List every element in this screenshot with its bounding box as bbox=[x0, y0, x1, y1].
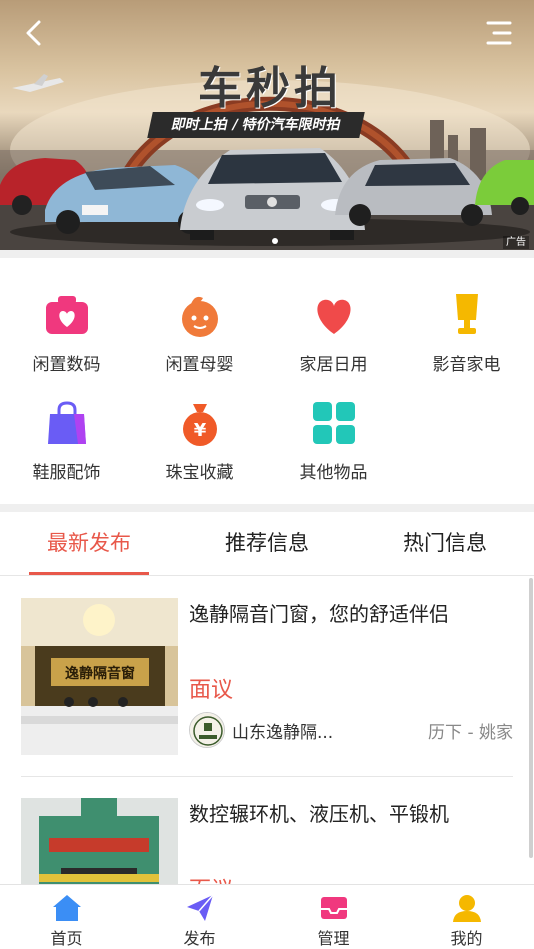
money-bag-icon: ¥ bbox=[183, 404, 217, 446]
user-icon bbox=[453, 895, 481, 922]
category-label: 其他物品 bbox=[299, 463, 368, 483]
nav-label: 发布 bbox=[183, 929, 216, 948]
nav-publish[interactable]: 发布 bbox=[133, 885, 266, 949]
banner-subtitle: 即时上拍 / 特价汽车限时拍 bbox=[147, 112, 365, 138]
nav-home[interactable]: 首页 bbox=[0, 885, 133, 949]
scrollbar[interactable] bbox=[529, 578, 533, 858]
section-divider bbox=[0, 250, 534, 258]
category-label: 影音家电 bbox=[432, 355, 501, 375]
listing-thumbnail: 逸静隔音窗 bbox=[21, 598, 178, 755]
category-label: 珠宝收藏 bbox=[165, 463, 234, 483]
tab-popular[interactable]: 热门信息 bbox=[356, 512, 534, 576]
category-grid: 闲置数码 闲置母婴 家居日用 影音家电 鞋服配饰 ¥ 珠宝收藏 其他物品 bbox=[0, 258, 534, 504]
category-item[interactable]: 鞋服配饰 bbox=[0, 366, 133, 483]
section-divider bbox=[0, 504, 534, 512]
inbox-icon bbox=[321, 897, 347, 919]
baby-face-icon bbox=[182, 296, 218, 337]
shopping-bag-icon bbox=[48, 401, 86, 444]
grid-icon bbox=[313, 402, 355, 444]
nav-profile[interactable]: 我的 bbox=[400, 885, 533, 949]
listing-title: 逸静隔音门窗，您的舒适伴侣 bbox=[189, 602, 449, 626]
tab-latest[interactable]: 最新发布 bbox=[0, 512, 178, 576]
menu-icon bbox=[486, 21, 512, 45]
ad-badge: 广告 bbox=[503, 236, 529, 249]
nav-label: 管理 bbox=[317, 929, 350, 948]
category-item[interactable]: 家居日用 bbox=[267, 258, 400, 375]
listing-title: 数控辗环机、液压机、平锻机 bbox=[189, 802, 449, 826]
seller-avatar bbox=[189, 712, 225, 748]
svg-text:¥: ¥ bbox=[194, 420, 207, 441]
banner-title: 车秒拍 bbox=[198, 63, 342, 114]
chevron-left-icon bbox=[26, 20, 41, 46]
category-item[interactable]: 闲置母婴 bbox=[133, 258, 266, 375]
heart-icon bbox=[317, 299, 351, 334]
camera-bag-icon bbox=[46, 296, 88, 334]
carousel-indicator[interactable] bbox=[272, 238, 278, 244]
nav-manage[interactable]: 管理 bbox=[267, 885, 400, 949]
send-icon bbox=[187, 894, 214, 921]
seller-name: 山东逸静隔... bbox=[232, 723, 334, 743]
category-item[interactable]: ¥ 珠宝收藏 bbox=[133, 366, 266, 483]
page: 车秒拍 即时上拍 / 特价汽车限时拍 广告 闲置数码 闲置母婴 家居日用 影音家… bbox=[0, 0, 534, 949]
menu-button[interactable] bbox=[484, 18, 514, 48]
lamp-icon bbox=[456, 294, 478, 334]
category-item[interactable]: 其他物品 bbox=[267, 366, 400, 483]
category-label: 鞋服配饰 bbox=[32, 463, 101, 483]
category-item[interactable]: 闲置数码 bbox=[0, 258, 133, 375]
list-divider bbox=[21, 776, 513, 777]
bottom-nav: 首页 发布 管理 我的 bbox=[0, 884, 534, 949]
listing-price: 面议 bbox=[189, 678, 234, 703]
tab-bar: 最新发布 推荐信息 热门信息 bbox=[0, 512, 534, 576]
promo-banner[interactable]: 车秒拍 即时上拍 / 特价汽车限时拍 广告 bbox=[0, 0, 534, 250]
seller-logo-icon bbox=[190, 713, 224, 747]
tab-recommended[interactable]: 推荐信息 bbox=[178, 512, 356, 576]
listing-location: 历下 - 姚家 bbox=[428, 723, 513, 743]
back-button[interactable] bbox=[20, 18, 50, 48]
category-item[interactable]: 影音家电 bbox=[400, 258, 533, 375]
list-item[interactable]: 逸静隔音窗 逸静隔音门窗，您的舒适伴侣 面议 山东逸静隔... 历下 - 姚家 bbox=[0, 578, 534, 778]
nav-label: 我的 bbox=[450, 929, 483, 948]
tab-active-indicator bbox=[29, 572, 149, 575]
nav-label: 首页 bbox=[50, 929, 83, 948]
home-icon bbox=[53, 895, 81, 921]
shop-sign-text: 逸静隔音窗 bbox=[65, 665, 135, 682]
